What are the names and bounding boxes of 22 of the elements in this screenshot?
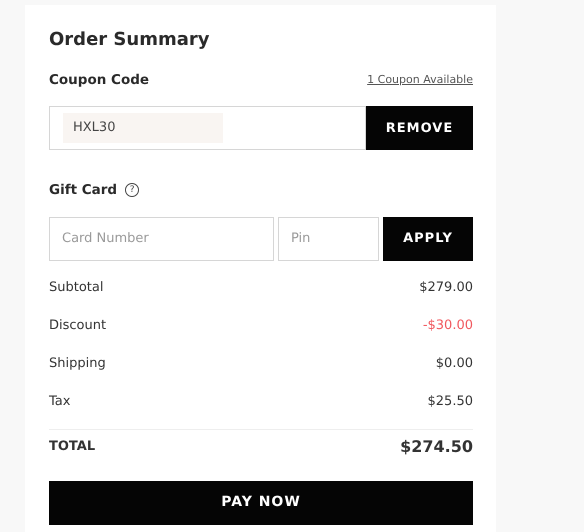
help-icon[interactable]: ? [125, 183, 140, 198]
line-amount: $279.00 [419, 278, 473, 297]
line-amount: -$30.00 [422, 316, 473, 335]
remove-button[interactable]: REMOVE [366, 106, 473, 150]
pin-field[interactable]: Pin [278, 216, 379, 260]
coupons-available-link[interactable]: 1 Coupon Available [367, 72, 473, 88]
apply-button[interactable]: APPLY [383, 216, 473, 260]
line-amount: $0.00 [436, 354, 473, 373]
pay-now-button[interactable]: PAY NOW [49, 480, 473, 524]
gift-card-label: Gift Card [49, 181, 118, 200]
line-label: Subtotal [49, 278, 104, 297]
line-label: Shipping [49, 354, 106, 373]
coupon-field[interactable]: HXL30 [49, 106, 366, 150]
card-number-field[interactable]: Card Number [49, 216, 274, 260]
line-label: Tax [49, 392, 70, 411]
line-amount: $25.50 [428, 392, 473, 411]
order-summary-title: Order Summary [49, 29, 210, 51]
coupon-code-label: Coupon Code [49, 71, 150, 90]
line-label: Discount [49, 316, 106, 335]
total-label: TOTAL [49, 438, 96, 456]
applied-coupon-code: HXL30 [63, 113, 223, 144]
total-amount: $274.50 [400, 436, 473, 458]
